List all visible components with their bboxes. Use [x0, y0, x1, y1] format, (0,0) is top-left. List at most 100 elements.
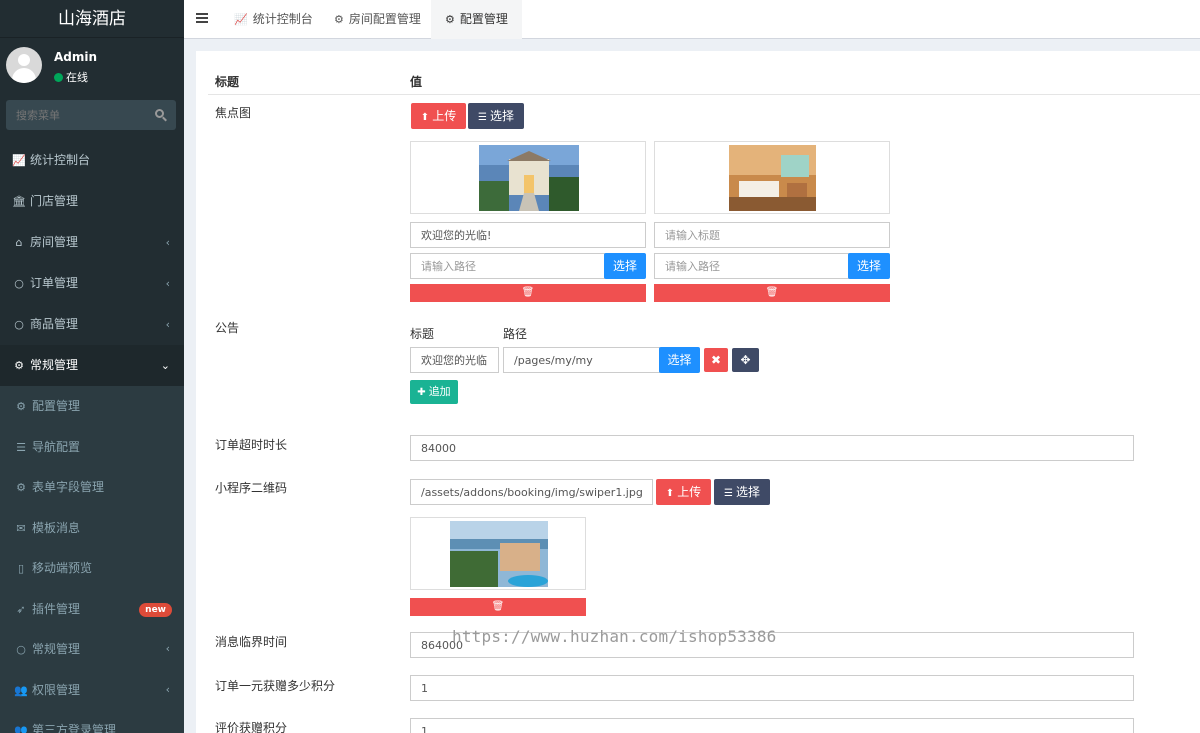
sidebar-item-mobile-preview[interactable]: ▯ 移动端预览	[0, 548, 184, 589]
sidebar-item-config[interactable]: ⚙ 配置管理	[0, 386, 184, 427]
points-per-yuan-input[interactable]	[410, 675, 1134, 701]
bank-icon: 🏛	[12, 195, 26, 208]
sidebar-item-label: 常规管理	[30, 358, 79, 372]
tab-label: 统计控制台	[252, 12, 313, 26]
notice-head-path: 路径	[503, 327, 528, 341]
sidebar-item-stores[interactable]: 🏛 门店管理	[0, 181, 184, 222]
tab-config[interactable]: ⚙ 配置管理	[431, 0, 522, 39]
focus-1-path-input[interactable]	[410, 253, 605, 279]
top-nav: 📈 统计控制台 ⚙ 房间配置管理 ⚙ 配置管理	[184, 0, 1200, 39]
user-panel: Admin 在线	[0, 38, 184, 96]
sidebar-item-label: 门店管理	[30, 194, 79, 208]
qrcode-image[interactable]	[410, 517, 586, 590]
search-icon[interactable]	[155, 109, 164, 118]
users-icon: 👥	[14, 724, 28, 733]
chart-icon: 📈	[234, 13, 248, 26]
sidebar-search-input[interactable]	[6, 100, 146, 130]
sidebar-item-label: 模板消息	[32, 520, 81, 535]
list-icon: ☰	[724, 488, 733, 499]
list-icon: ☰	[478, 112, 487, 123]
avatar	[6, 47, 42, 83]
sidebar-item-third-party-login[interactable]: 👥 第三方登录管理	[0, 710, 184, 733]
qrcode-label: 小程序二维码	[215, 481, 288, 495]
order-timeout-label: 订单超时时长	[215, 438, 288, 452]
chart-icon: 📈	[12, 154, 26, 167]
header-divider	[208, 94, 1200, 95]
sidebar-item-dashboard[interactable]: 📈 统计控制台	[0, 140, 184, 181]
cogs-icon: ⚙	[14, 359, 24, 372]
user-status-text: 在线	[66, 71, 88, 84]
focus-upload-button[interactable]: ⬆ 上传	[411, 103, 466, 129]
add-label: 追加	[428, 385, 451, 398]
move-icon: ✥	[740, 353, 751, 367]
review-points-label: 评价获赠积分	[215, 721, 288, 733]
resort-photo	[450, 521, 548, 587]
focus-1-title-input[interactable]	[410, 222, 646, 248]
order-timeout-input[interactable]	[410, 435, 1134, 461]
sidebar-item-label: 房间管理	[30, 235, 79, 249]
choose-label: 选择	[735, 485, 760, 499]
sidebar-item-form-fields[interactable]: ⚙ 表单字段管理	[0, 467, 184, 508]
qrcode-upload-button[interactable]: ⬆ 上传	[656, 479, 711, 505]
focus-2-path-choose-button[interactable]: 选择	[848, 253, 890, 279]
notice-remove-button[interactable]: ✖	[704, 348, 728, 372]
sidebar-item-goods[interactable]: ○ 商品管理 ‹	[0, 304, 184, 345]
msg-time-label: 消息临界时间	[215, 635, 288, 649]
upload-icon: ⬆	[420, 112, 430, 123]
qrcode-path-input[interactable]	[410, 479, 653, 505]
sidebar-item-label: 第三方登录管理	[32, 723, 117, 733]
notice-add-button[interactable]: ✚ 追加	[410, 380, 458, 404]
notice-head-title: 标题	[410, 327, 435, 341]
focus-choose-button[interactable]: ☰ 选择	[468, 103, 524, 129]
qrcode-choose-button[interactable]: ☰ 选择	[714, 479, 770, 505]
tab-label: 房间配置管理	[348, 12, 421, 26]
focus-label: 焦点图	[215, 106, 252, 120]
qrcode-delete-button[interactable]: 🗑	[410, 598, 586, 616]
notice-label: 公告	[215, 321, 240, 335]
menu-toggle-icon[interactable]	[196, 13, 208, 23]
sidebar-item-label: 统计控制台	[30, 153, 91, 167]
sidebar-item-plugins[interactable]: ➶ 插件管理 new	[0, 588, 184, 629]
focus-1-path-choose-button[interactable]: 选择	[604, 253, 646, 279]
sidebar-item-rooms[interactable]: ⌂ 房间管理 ‹	[0, 222, 184, 263]
user-name: Admin	[54, 50, 98, 64]
focus-image-1[interactable]	[410, 141, 646, 214]
tab-room-config[interactable]: ⚙ 房间配置管理	[320, 0, 435, 39]
focus-2-path-input[interactable]	[654, 253, 849, 279]
trash-icon: 🗑	[765, 287, 779, 298]
notice-choose-button[interactable]: 选择	[659, 347, 700, 373]
app-logo-title[interactable]: 山海酒店	[0, 0, 184, 38]
sidebar-item-label: 权限管理	[32, 682, 81, 697]
user-status: 在线	[54, 69, 88, 85]
sidebar-item-general[interactable]: ⚙ 常规管理 ⌄	[0, 345, 184, 386]
focus-1-delete-button[interactable]: 🗑	[410, 284, 646, 302]
sidebar-item-label: 移动端预览	[32, 561, 93, 575]
focus-2-title-input[interactable]	[654, 222, 890, 248]
tab-dashboard[interactable]: 📈 统计控制台	[220, 0, 327, 39]
gear-icon: ⚙	[334, 13, 344, 26]
notice-path-input[interactable]	[503, 347, 660, 373]
online-dot-icon	[54, 73, 63, 82]
sidebar-item-orders[interactable]: ○ 订单管理 ‹	[0, 263, 184, 304]
sidebar-item-general-2[interactable]: ○ 常规管理 ‹	[0, 629, 184, 670]
sidebar-item-template-msg[interactable]: ✉ 模板消息	[0, 507, 184, 548]
sidebar-item-nav-config[interactable]: ☰ 导航配置	[0, 426, 184, 467]
upload-label: 上传	[677, 485, 702, 499]
chevron-left-icon: ‹	[165, 318, 170, 331]
sidebar-item-label: 导航配置	[32, 439, 81, 454]
circle-icon: ○	[16, 643, 26, 656]
focus-image-2[interactable]	[654, 141, 890, 214]
focus-2-delete-button[interactable]: 🗑	[654, 284, 890, 302]
review-points-input[interactable]	[410, 718, 1134, 733]
notice-drag-handle[interactable]: ✥	[732, 348, 759, 372]
users-icon: 👥	[14, 683, 28, 697]
tab-label: 配置管理	[459, 12, 508, 26]
sidebar-item-label: 表单字段管理	[32, 480, 105, 494]
points-per-yuan-label: 订单一元获赠多少积分	[215, 679, 336, 693]
choose-label: 选择	[489, 109, 514, 123]
notice-title-input[interactable]	[410, 347, 499, 373]
trash-icon: 🗑	[491, 601, 505, 612]
sidebar-item-permissions[interactable]: 👥 权限管理 ‹	[0, 669, 184, 710]
plus-icon: ✚	[417, 387, 426, 398]
sidebar-item-label: 常规管理	[32, 642, 81, 656]
